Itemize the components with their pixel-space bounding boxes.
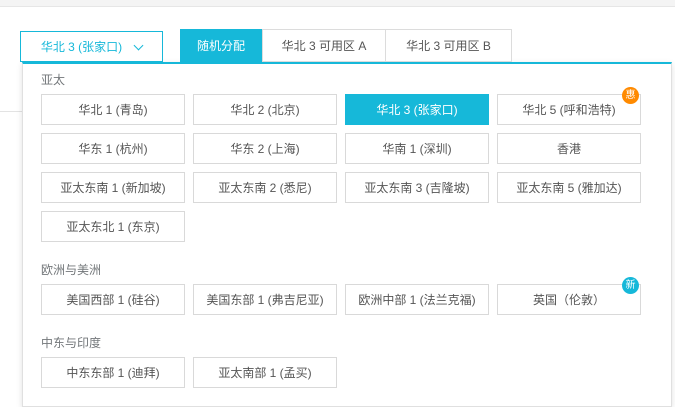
- region-button[interactable]: 亚太东南 1 (新加坡): [41, 172, 185, 203]
- region-button[interactable]: 华北 1 (青岛): [41, 94, 185, 125]
- region-group-label: 中东与印度: [41, 336, 102, 350]
- region-button-label: 华北 5 (呼和浩特): [522, 103, 616, 117]
- chevron-down-icon: [133, 40, 144, 50]
- region-dropdown-trigger[interactable]: 华北 3 (张家口): [20, 31, 163, 62]
- region-grid: 中东东部 1 (迪拜) 亚太南部 1 (孟买): [41, 357, 657, 388]
- region-button[interactable]: 华南 1 (深圳): [345, 133, 489, 164]
- region-button[interactable]: 华东 1 (杭州): [41, 133, 185, 164]
- region-group-label: 亚太: [41, 73, 66, 87]
- region-button-label: 亚太东南 1 (新加坡): [60, 181, 166, 195]
- region-button[interactable]: 亚太东北 1 (东京): [41, 211, 185, 242]
- promo-badge-icon: 惠: [622, 87, 639, 104]
- region-button[interactable]: 美国西部 1 (硅谷): [41, 284, 185, 315]
- region-button-label: 华北 2 (北京): [230, 103, 300, 117]
- region-button-label: 亚太东南 5 (雅加达): [516, 181, 622, 195]
- region-button-label: 英国（伦敦）: [532, 293, 605, 307]
- zone-tab[interactable]: 华北 3 可用区 A: [262, 29, 386, 62]
- region-button[interactable]: 亚太东南 5 (雅加达): [497, 172, 641, 203]
- region-button-label: 华北 3 (张家口): [376, 103, 458, 117]
- top-divider-bar: [0, 0, 675, 7]
- region-button-label: 香港: [556, 142, 581, 156]
- region-button-label: 亚太南部 1 (孟买): [218, 366, 312, 380]
- region-button-label: 美国东部 1 (弗吉尼亚): [206, 293, 324, 307]
- region-grid: 美国西部 1 (硅谷) 美国东部 1 (弗吉尼亚) 欧洲中部 1 (法兰克福) 英国（…: [41, 277, 657, 315]
- region-button[interactable]: 亚太东南 3 (吉隆坡): [345, 172, 489, 203]
- region-group: 中东与印度中东东部 1 (迪拜) 亚太南部 1 (孟买): [41, 335, 657, 388]
- region-button[interactable]: 华北 3 (张家口): [345, 94, 489, 125]
- region-button-label: 华南 1 (深圳): [382, 142, 452, 156]
- region-button[interactable]: 华北 2 (北京): [193, 94, 337, 125]
- region-button-label: 美国西部 1 (硅谷): [66, 293, 160, 307]
- region-button[interactable]: 欧洲中部 1 (法兰克福): [345, 284, 489, 315]
- region-button[interactable]: 华东 2 (上海): [193, 133, 337, 164]
- region-group: 欧洲与美洲美国西部 1 (硅谷) 美国东部 1 (弗吉尼亚) 欧洲中部 1 (法兰克…: [41, 262, 657, 315]
- region-dropdown-panel: 亚太华北 1 (青岛) 华北 2 (北京) 华北 3 (张家口) 华北 5 (呼和浩特…: [22, 62, 672, 407]
- region-button-label: 华北 1 (青岛): [78, 103, 148, 117]
- region-button-label: 亚太东南 3 (吉隆坡): [364, 181, 470, 195]
- region-button-label: 欧洲中部 1 (法兰克福): [358, 293, 476, 307]
- region-button-label: 中东东部 1 (迪拜): [66, 366, 160, 380]
- region-button[interactable]: 亚太南部 1 (孟买): [193, 357, 337, 388]
- region-button[interactable]: 华北 5 (呼和浩特) 惠: [497, 87, 641, 125]
- region-button[interactable]: 美国东部 1 (弗吉尼亚): [193, 284, 337, 315]
- region-group: 亚太华北 1 (青岛) 华北 2 (北京) 华北 3 (张家口) 华北 5 (呼和浩特…: [41, 72, 657, 242]
- region-grid: 华北 1 (青岛) 华北 2 (北京) 华北 3 (张家口) 华北 5 (呼和浩特) 惠…: [41, 87, 657, 242]
- region-button-label: 亚太东北 1 (东京): [66, 220, 160, 234]
- zone-tab[interactable]: 华北 3 可用区 B: [386, 29, 512, 62]
- region-button[interactable]: 英国（伦敦） 新: [497, 277, 641, 315]
- region-group-label: 欧洲与美洲: [41, 263, 102, 277]
- region-button[interactable]: 香港: [497, 133, 641, 164]
- region-button[interactable]: 中东东部 1 (迪拜): [41, 357, 185, 388]
- region-dropdown-label: 华北 3 (张家口): [40, 40, 123, 54]
- region-button-label: 亚太东南 2 (悉尼): [218, 181, 312, 195]
- background-separator-line: [0, 111, 22, 112]
- region-button-label: 华东 1 (杭州): [78, 142, 148, 156]
- promo-badge-icon: 新: [622, 277, 639, 294]
- zone-tab[interactable]: 随机分配: [180, 29, 262, 62]
- zone-tab-bar: 随机分配 华北 3 可用区 A 华北 3 可用区 B: [180, 29, 512, 62]
- region-button-label: 华东 2 (上海): [230, 142, 300, 156]
- region-button[interactable]: 亚太东南 2 (悉尼): [193, 172, 337, 203]
